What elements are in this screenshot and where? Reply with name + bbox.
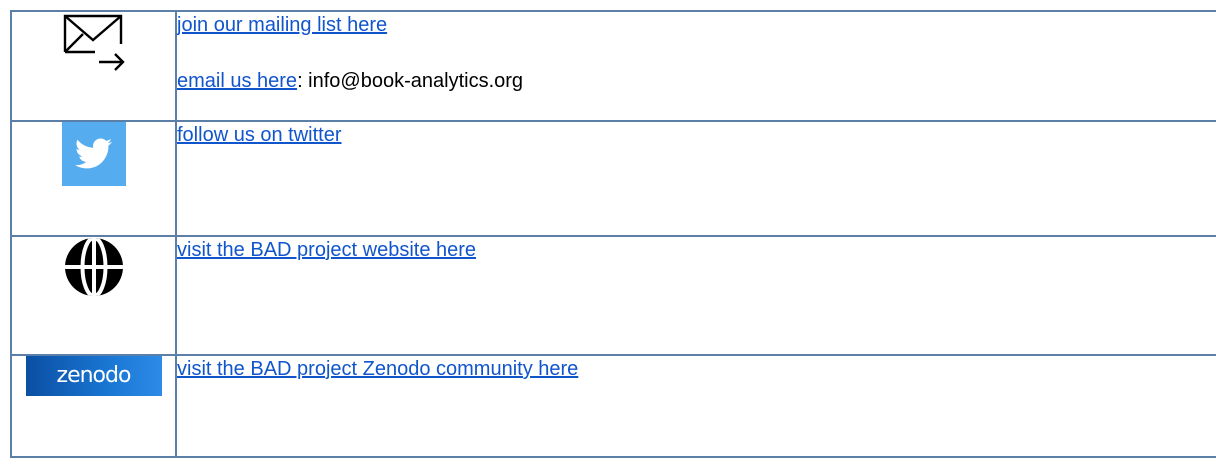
mailing-list-link[interactable]: join our mailing list here <box>177 14 387 36</box>
table-row: join our mailing list here email us here… <box>10 10 1216 122</box>
text-cell: join our mailing list here email us here… <box>175 10 1216 122</box>
globe-icon <box>64 237 124 297</box>
table-row: visit the BAD project website here <box>10 235 1216 356</box>
email-link[interactable]: email us here <box>177 70 297 92</box>
website-link[interactable]: visit the BAD project website here <box>177 239 476 261</box>
contact-links-table: join our mailing list here email us here… <box>10 10 1216 458</box>
zenodo-logo: zenodo <box>25 356 162 396</box>
mail-forward-icon <box>61 12 127 74</box>
line-email: email us here: info@book-analytics.org <box>177 68 1216 94</box>
text-cell: visit the BAD project website here <box>175 235 1216 356</box>
icon-cell <box>10 235 177 356</box>
line-zenodo: visit the BAD project Zenodo community h… <box>177 356 1216 382</box>
text-cell: follow us on twitter <box>175 120 1216 237</box>
text-cell: visit the BAD project Zenodo community h… <box>175 354 1216 458</box>
icon-cell <box>10 120 177 237</box>
line-twitter: follow us on twitter <box>177 122 1216 148</box>
table-row: follow us on twitter <box>10 120 1216 237</box>
line-mailing-list: join our mailing list here <box>177 12 1216 38</box>
icon-cell <box>10 10 177 122</box>
icon-cell: zenodo <box>10 354 177 458</box>
line-website: visit the BAD project website here <box>177 237 1216 263</box>
twitter-bird-icon <box>61 122 126 186</box>
zenodo-community-link[interactable]: visit the BAD project Zenodo community h… <box>177 358 578 380</box>
table-row: zenodo visit the BAD project Zenodo comm… <box>10 354 1216 458</box>
twitter-link[interactable]: follow us on twitter <box>177 124 342 146</box>
email-address-text: : info@book-analytics.org <box>297 70 524 92</box>
